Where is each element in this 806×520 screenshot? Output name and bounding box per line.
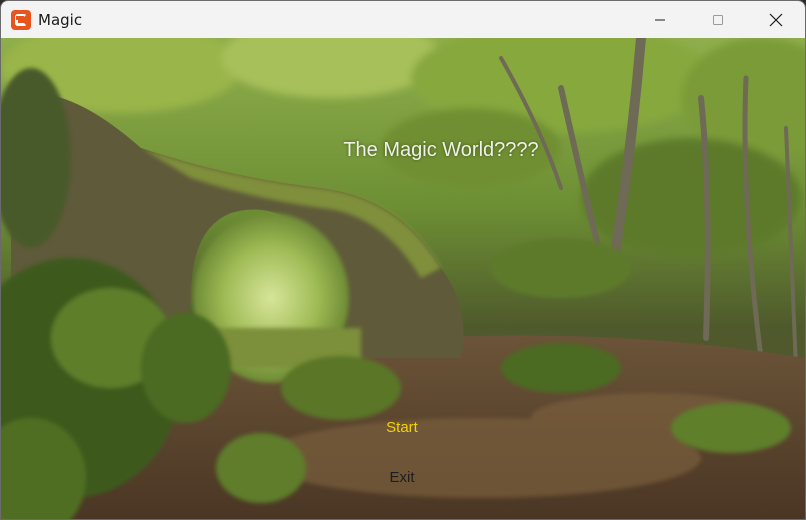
minimize-button[interactable] xyxy=(631,1,689,38)
app-window: Magic The Magic World???? Start Exit xyxy=(0,0,806,520)
window-controls xyxy=(631,1,805,38)
monogame-icon xyxy=(11,9,31,30)
forest-background xyxy=(1,38,805,519)
minimize-icon xyxy=(655,19,665,20)
maximize-button[interactable] xyxy=(689,1,747,38)
close-button[interactable] xyxy=(747,1,805,38)
game-viewport[interactable]: The Magic World???? Start Exit xyxy=(1,38,805,519)
maximize-icon xyxy=(713,14,723,25)
game-title: The Magic World???? xyxy=(343,139,539,161)
window-title: Magic xyxy=(38,10,83,29)
close-icon xyxy=(769,13,783,26)
title-bar[interactable]: Magic xyxy=(1,1,805,38)
exit-menu-item[interactable]: Exit xyxy=(342,469,462,486)
start-menu-item[interactable]: Start xyxy=(342,419,462,436)
